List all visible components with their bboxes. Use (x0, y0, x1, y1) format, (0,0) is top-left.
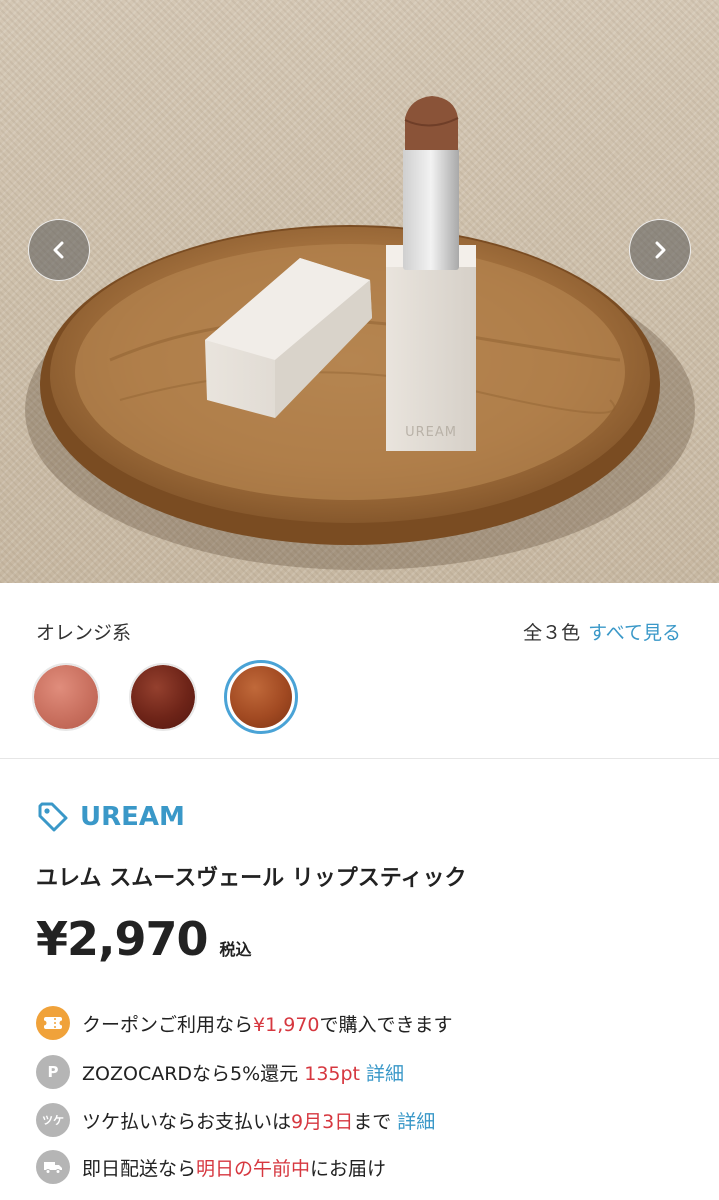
delivery-text: 即日配送なら (82, 1157, 197, 1180)
tsuke-icon: ツケ (36, 1103, 70, 1137)
delivery-time: 明日の午前中 (196, 1157, 311, 1180)
tsuke-details-link[interactable]: 詳細 (397, 1111, 435, 1133)
brand-name: UREAM (80, 802, 185, 832)
tsuke-text: ツケ払いならお支払いは (82, 1110, 292, 1133)
zozocard-text: ZOZOCARDなら5%還元 (82, 1062, 305, 1085)
tag-icon (38, 802, 68, 832)
tsuke-date: 9月3日 (291, 1110, 354, 1133)
ueam-logo-mark: UREAM (405, 425, 457, 440)
zozocard-points: 135pt (304, 1062, 361, 1085)
color-swatch-1[interactable] (32, 663, 100, 731)
product-image-gallery[interactable]: UREAM (0, 0, 719, 583)
tax-label: 税込 (219, 940, 252, 959)
see-all-colors-link[interactable]: すべて見る (588, 622, 681, 644)
points-icon: P (36, 1055, 70, 1089)
tsuke-payment-row: ツケ ツケ払いならお支払いは9月3日まで 詳細 (36, 1103, 435, 1137)
delivery-text-post: にお届け (310, 1157, 387, 1180)
price-amount: ¥2,970 (36, 912, 209, 966)
product-title: ユレム スムースヴェール リップスティック (36, 866, 467, 891)
color-swatch-3-selected[interactable] (224, 660, 298, 734)
color-count-label: 全３色 (523, 622, 581, 644)
coupon-price: ¥1,970 (253, 1013, 320, 1036)
zozocard-row: P ZOZOCARDなら5%還元 135pt 詳細 (36, 1055, 404, 1089)
color-group-label: オレンジ系 (36, 622, 132, 644)
next-image-button[interactable] (629, 219, 691, 281)
chevron-left-icon (53, 241, 64, 259)
truck-icon (36, 1150, 70, 1184)
chevron-right-icon (655, 241, 666, 259)
coupon-text: クーポンご利用なら (82, 1013, 254, 1036)
tsuke-text-post: まで (353, 1110, 392, 1133)
color-selector (0, 583, 719, 759)
delivery-row: 即日配送なら明日の午前中にお届け (36, 1150, 386, 1184)
price: ¥2,970 税込 (36, 912, 252, 966)
zozocard-details-link[interactable]: 詳細 (366, 1063, 404, 1085)
color-count: 全３色 すべて見る (523, 618, 681, 645)
coupon-icon (36, 1006, 70, 1040)
previous-image-button[interactable] (28, 219, 90, 281)
product-photo: UREAM (25, 96, 695, 570)
coupon-row: クーポンご利用なら¥1,970で購入できます (36, 1006, 453, 1040)
brand-link[interactable]: UREAM (36, 800, 185, 834)
coupon-text-post: で購入できます (319, 1013, 453, 1036)
color-swatch-2[interactable] (129, 663, 197, 731)
